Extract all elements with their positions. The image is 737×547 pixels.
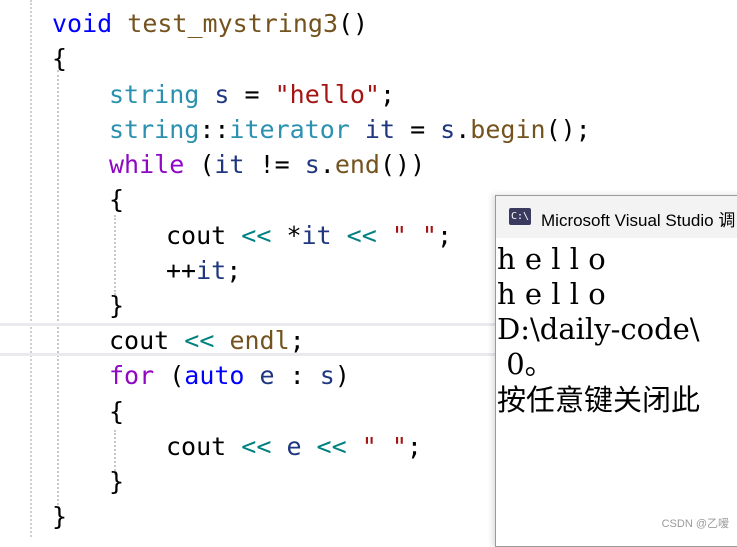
variable: e	[286, 432, 302, 461]
variable: cout	[109, 326, 170, 355]
code-line[interactable]: cout << e << " ";	[166, 429, 422, 464]
variable: s	[214, 80, 230, 109]
punctuation: ();	[545, 115, 591, 144]
operator: <<	[226, 221, 287, 250]
code-line[interactable]: }	[109, 288, 124, 323]
operator: =	[395, 115, 441, 144]
brace: }	[109, 467, 125, 496]
console-title: Microsoft Visual Studio 调	[541, 211, 736, 230]
punctuation: ;	[379, 80, 396, 109]
punctuation: ;	[226, 256, 242, 285]
punctuation: .	[455, 115, 471, 144]
variable: s	[304, 150, 320, 179]
code-line[interactable]: void test_mystring3()	[52, 6, 368, 41]
variable: e	[259, 361, 275, 390]
function-name: endl	[229, 326, 290, 355]
code-line[interactable]: }	[109, 464, 124, 499]
operator: <<	[301, 432, 362, 461]
operator: <<	[169, 326, 230, 355]
string-literal: " "	[361, 432, 407, 461]
watermark: CSDN @乙嗳	[661, 518, 729, 530]
operator: =	[229, 80, 275, 109]
type-name: string	[109, 80, 200, 109]
code-line[interactable]: cout << endl;	[109, 323, 305, 358]
console-output-line: 0。	[497, 347, 554, 381]
variable: cout	[166, 432, 227, 461]
punctuation: ())	[379, 150, 426, 179]
code-line[interactable]: ++it;	[166, 253, 241, 288]
brace: }	[52, 502, 68, 531]
punctuation: :	[274, 361, 320, 390]
function-name: test_mystring3	[127, 9, 338, 38]
operator: ++	[166, 256, 197, 285]
margin-guide	[30, 0, 32, 537]
code-line[interactable]: {	[109, 394, 124, 429]
punctuation: ;	[436, 221, 453, 250]
code-line[interactable]: string::iterator it = s.begin();	[109, 112, 591, 147]
punctuation: .	[319, 150, 335, 179]
keyword: while	[109, 150, 185, 179]
code-line[interactable]: for (auto e : s)	[109, 358, 350, 393]
string-literal: " "	[391, 221, 437, 250]
code-line[interactable]: cout << *it << " ";	[166, 218, 452, 253]
variable: s	[440, 115, 456, 144]
variable: it	[364, 115, 396, 144]
console-output-line: D:\daily-code\	[497, 312, 700, 346]
console-output-line: 按任意键关闭此	[497, 383, 701, 417]
type-name: string	[109, 115, 200, 144]
operator: <<	[331, 221, 392, 250]
punctuation: ;	[289, 326, 305, 355]
console-window[interactable]: C:\ Microsoft Visual Studio 调 h e l l o …	[495, 195, 737, 547]
punctuation: ::	[199, 115, 230, 144]
code-line[interactable]: while (it != s.end())	[109, 147, 425, 182]
keyword: void	[52, 9, 113, 38]
punctuation: ;	[406, 432, 422, 461]
variable: it	[214, 150, 245, 179]
brace: {	[109, 397, 125, 426]
punctuation: (	[184, 150, 215, 179]
function-name: end	[334, 150, 380, 179]
variable: it	[301, 221, 332, 250]
operator: *	[286, 221, 302, 250]
string-literal: "hello"	[274, 80, 380, 109]
operator: !=	[244, 150, 305, 179]
punctuation: )	[334, 361, 350, 390]
indent-guide	[114, 215, 116, 295]
type-name: iterator	[229, 115, 350, 144]
variable: cout	[166, 221, 227, 250]
operator: <<	[226, 432, 287, 461]
punctuation: ()	[338, 9, 369, 38]
code-line[interactable]: }	[52, 499, 67, 534]
brace: }	[109, 291, 125, 320]
console-title-bar[interactable]: C:\ Microsoft Visual Studio 调	[496, 196, 737, 238]
code-line[interactable]: {	[52, 41, 67, 76]
console-app-icon: C:\	[509, 208, 531, 225]
punctuation: (	[154, 361, 185, 390]
code-line[interactable]: {	[109, 182, 124, 217]
indent-guide	[57, 70, 59, 505]
console-output-line: h e l l o	[497, 277, 606, 311]
brace: {	[109, 185, 125, 214]
console-output-line: h e l l o	[497, 242, 606, 276]
keyword: for	[109, 361, 155, 390]
keyword: auto	[184, 361, 245, 390]
code-line[interactable]: string s = "hello";	[109, 77, 395, 112]
function-name: begin	[470, 115, 546, 144]
brace: {	[52, 44, 68, 73]
variable: it	[196, 256, 227, 285]
variable: s	[319, 361, 335, 390]
